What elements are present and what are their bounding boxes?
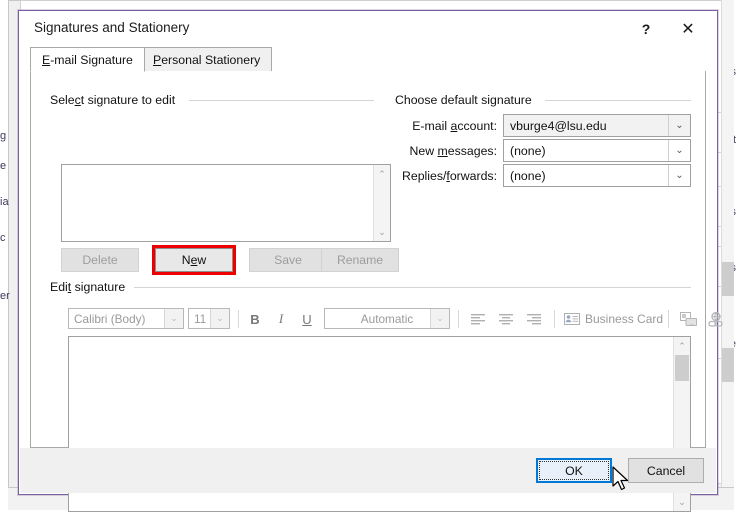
chevron-down-icon[interactable]: ⌄	[210, 309, 229, 328]
group-divider	[134, 287, 691, 288]
background-text-fragment: ia	[0, 196, 9, 208]
save-button[interactable]: Save	[249, 248, 327, 272]
align-left-glyph	[471, 314, 485, 325]
business-card-button[interactable]: Business Card	[564, 309, 663, 329]
font-family-value: Calibri (Body)	[74, 311, 146, 326]
dialog-panel: Select signature to edit ⌃ ⌄ Delete New …	[30, 71, 723, 512]
email-account-label: E-mail account:	[412, 119, 497, 133]
new-messages-value: (none)	[510, 143, 546, 158]
font-family-dropdown[interactable]: Calibri (Body) ⌄	[68, 308, 184, 329]
insert-picture-icon[interactable]	[676, 308, 700, 330]
replies-forwards-label: Replies/forwards:	[401, 169, 497, 183]
tab-strip: E-mail Signature Personal Stationery	[30, 47, 706, 72]
rename-button[interactable]: Rename	[321, 248, 399, 272]
business-card-icon	[564, 313, 580, 325]
replies-forwards-value: (none)	[510, 168, 546, 183]
background-scrollbar-thumb[interactable]	[722, 262, 734, 296]
editor-toolbar: Calibri (Body) ⌄ 11 ⌄ B I U Automatic ⌄	[68, 308, 723, 332]
picture-glyph	[679, 312, 697, 326]
tab-personal-stationery-label: Personal Stationery	[153, 52, 261, 67]
cancel-button[interactable]: Cancel	[628, 458, 704, 483]
font-size-dropdown[interactable]: 11 ⌄	[188, 308, 230, 329]
align-center-icon[interactable]	[494, 308, 518, 330]
background-text-fragment: c	[0, 232, 6, 244]
tab-email-signature-label: E-mail Signature	[42, 52, 133, 67]
replies-forwards-dropdown[interactable]: (none) ⌄	[503, 164, 691, 187]
bold-button[interactable]: B	[244, 308, 266, 330]
dialog-title-bar: Signatures and Stationery ? ✕	[19, 11, 717, 47]
underline-button[interactable]: U	[296, 308, 318, 330]
ok-button[interactable]: OK	[536, 458, 612, 483]
close-icon[interactable]: ✕	[671, 15, 705, 43]
help-icon[interactable]: ?	[629, 15, 663, 43]
insert-hyperlink-icon[interactable]	[704, 308, 728, 330]
background-text-fragment: e	[0, 160, 7, 172]
align-right-icon[interactable]	[522, 308, 546, 330]
group-divider	[189, 100, 374, 101]
background-text-fragment: er	[0, 290, 10, 302]
chevron-down-icon[interactable]: ⌄	[164, 309, 183, 328]
italic-button[interactable]: I	[270, 308, 292, 330]
focus-ring	[539, 461, 609, 480]
background-text-fragment: g	[0, 130, 7, 142]
delete-button[interactable]: Delete	[61, 248, 139, 272]
chevron-down-icon[interactable]: ⌄	[430, 309, 449, 328]
edit-signature-group-label: Edit signature	[50, 280, 132, 294]
chevron-down-icon[interactable]: ⌄	[668, 140, 690, 161]
email-account-value: vburge4@lsu.edu	[510, 118, 607, 133]
chevron-down-icon[interactable]: ⌄	[668, 165, 690, 186]
signature-list[interactable]: ⌃ ⌄	[61, 164, 391, 242]
choose-default-group-label: Choose default signature	[395, 93, 538, 107]
scroll-down-icon[interactable]: ⌄	[674, 494, 690, 510]
email-account-dropdown[interactable]: vburge4@lsu.edu ⌄	[503, 114, 691, 137]
dialog-footer: OK Cancel	[20, 448, 716, 493]
signatures-and-stationery-dialog: Signatures and Stationery ? ✕ E-mail Sig…	[18, 10, 723, 512]
font-size-value: 11	[194, 311, 207, 326]
scroll-down-icon[interactable]: ⌄	[374, 224, 390, 240]
align-right-glyph	[527, 314, 541, 325]
scrollbar-thumb[interactable]	[675, 355, 689, 381]
scroll-up-icon[interactable]: ⌃	[674, 338, 690, 354]
new-button-highlight-annotation	[152, 245, 236, 275]
background-scrollbar-thumb[interactable]	[722, 348, 734, 382]
align-left-icon[interactable]	[466, 308, 490, 330]
hyperlink-glyph	[708, 311, 723, 327]
font-color-dropdown[interactable]: Automatic ⌄	[324, 308, 450, 329]
align-center-glyph	[499, 314, 513, 325]
chevron-down-icon[interactable]: ⌄	[668, 115, 690, 136]
background-scrollbar[interactable]	[721, 0, 734, 488]
dialog-title: Signatures and Stationery	[34, 20, 190, 35]
new-messages-label: New messages:	[409, 144, 498, 158]
business-card-label: Business Card	[585, 312, 664, 326]
new-messages-dropdown[interactable]: (none) ⌄	[503, 139, 691, 162]
group-divider	[545, 100, 691, 101]
select-signature-group-label: Select signature to edit	[50, 93, 182, 107]
tab-personal-stationery[interactable]: Personal Stationery	[141, 47, 273, 72]
tab-email-signature[interactable]: E-mail Signature	[30, 47, 145, 72]
